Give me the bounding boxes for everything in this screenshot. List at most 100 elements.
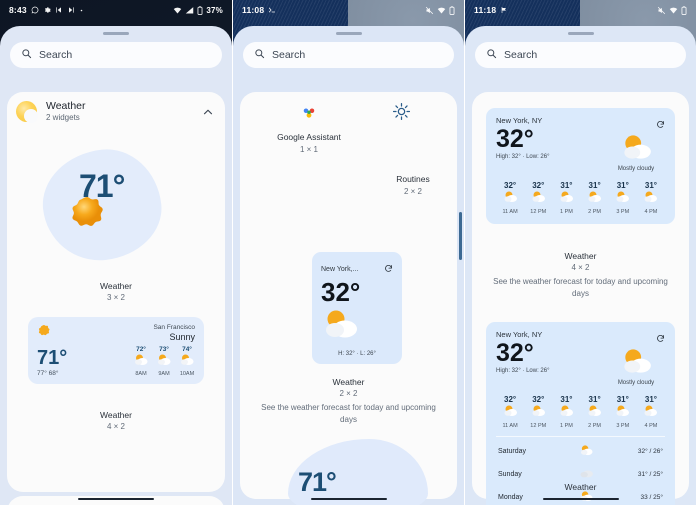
hour-cell: 31° 3 PM bbox=[609, 395, 637, 429]
routines-icon bbox=[392, 102, 411, 126]
widget-high-low: 77° 68° bbox=[37, 369, 59, 377]
preview-dimensions: 3 × 2 bbox=[106, 292, 125, 302]
widget-high-low: H: 32° · L: 26° bbox=[338, 351, 376, 357]
widget-high-low: High: 32° · Low: 26° bbox=[496, 368, 550, 375]
weather-widget-new-york-4x3[interactable]: New York, NY 32° High: 32° · Low: 26° Mo… bbox=[486, 322, 675, 505]
sun-cloud-icon bbox=[552, 404, 580, 422]
widget-condition: Mostly cloudy bbox=[617, 380, 655, 386]
scrollbar-thumb[interactable] bbox=[458, 212, 462, 260]
app-section-weather: Weather 2 widgets 71° Weather 3 × 2 San … bbox=[7, 92, 225, 492]
hour-label: 2 PM bbox=[588, 209, 602, 215]
hour-temp: 31° bbox=[588, 395, 601, 404]
phone-panel-2: 11:08 Search Google Assistant 1 × 1 Rout… bbox=[232, 0, 464, 505]
home-gesture-pill[interactable] bbox=[542, 497, 619, 501]
hourly-forecast-row: 32° 11 AM 32° 12 PM 31° 1 PM 31° 2 PM 31… bbox=[496, 181, 665, 215]
dot-icon bbox=[79, 8, 84, 13]
widget-temperature: 71° bbox=[37, 346, 68, 369]
battery-icon bbox=[449, 5, 455, 15]
search-input[interactable]: Search bbox=[504, 49, 537, 61]
weather-widget-new-york-2x2[interactable]: New York,... 32° H: 32° · L: 26° bbox=[312, 252, 402, 364]
widget-city: New York, NY bbox=[496, 330, 543, 339]
preview-label: Weather bbox=[100, 410, 132, 421]
widget-temperature: 32° bbox=[496, 339, 534, 367]
preview-label: Weather bbox=[100, 280, 132, 291]
preview-dimensions: 2 × 2 bbox=[339, 389, 358, 398]
search-input[interactable]: Search bbox=[272, 49, 305, 61]
widget-temperature: 32° bbox=[496, 125, 534, 153]
widget-list-scroll[interactable]: Weather 2 widgets 71° Weather 3 × 2 San … bbox=[0, 92, 232, 505]
home-gesture-pill[interactable] bbox=[78, 497, 154, 501]
hour-label: 1 PM bbox=[560, 423, 573, 429]
sheet-drag-handle[interactable] bbox=[335, 32, 362, 35]
widget-condition: Sunny bbox=[169, 332, 195, 343]
hour-label: 10AM bbox=[179, 370, 195, 377]
sheet-drag-handle[interactable] bbox=[567, 32, 594, 35]
hour-cell: 74° 10AM bbox=[179, 346, 195, 377]
sun-cloud-icon bbox=[524, 404, 552, 422]
home-gesture-pill[interactable] bbox=[310, 497, 387, 501]
widget-list-scroll[interactable]: Google Assistant 1 × 1 Routines 2 × 2 Ne… bbox=[233, 92, 464, 505]
day-high-low: 32° / 26° bbox=[637, 448, 663, 455]
hour-cell: 31° 4 PM bbox=[637, 395, 665, 429]
media-icon bbox=[55, 6, 63, 14]
day-name: Saturday bbox=[498, 448, 527, 455]
app-header-weather[interactable]: Weather 2 widgets bbox=[7, 92, 225, 132]
weather-app-icon bbox=[16, 101, 38, 124]
navigation-bar bbox=[465, 493, 696, 505]
battery-percent: 37% bbox=[206, 5, 223, 15]
sun-cloud-icon bbox=[321, 308, 393, 345]
hour-label: 11 AM bbox=[502, 423, 518, 429]
widget-preview-google-assistant[interactable]: Google Assistant 1 × 1 bbox=[254, 132, 364, 155]
hour-label: 2 PM bbox=[588, 423, 602, 429]
hour-temp: 31° bbox=[644, 181, 657, 190]
widget-preview-weather-3x2[interactable]: 71° bbox=[7, 132, 225, 280]
hour-temp: 31° bbox=[616, 181, 629, 190]
widget-scroll-card: New York, NY 32° High: 32° · Low: 26° Mo… bbox=[472, 92, 689, 505]
preview-label: Weather bbox=[564, 251, 597, 261]
widget-picker-sheet: Search New York, NY 32° High: 32° · Low:… bbox=[465, 26, 696, 505]
sun-cloud-icon bbox=[552, 190, 580, 208]
navigation-bar bbox=[233, 493, 464, 505]
wifi-icon bbox=[669, 6, 678, 15]
widget-scroll-card: Google Assistant 1 × 1 Routines 2 × 2 Ne… bbox=[240, 92, 457, 505]
status-bar: 8:43 37% bbox=[0, 0, 232, 20]
mute-icon bbox=[425, 6, 434, 15]
widget-high-low: High: 32° · Low: 26° bbox=[496, 154, 550, 161]
settings-icon bbox=[43, 6, 51, 14]
widget-list-scroll[interactable]: New York, NY 32° High: 32° · Low: 26° Mo… bbox=[465, 92, 696, 505]
flag-icon bbox=[500, 6, 508, 14]
day-name: Sunday bbox=[498, 471, 522, 478]
sun-cloud-icon bbox=[637, 190, 665, 208]
hour-cell: 31° 2 PM bbox=[581, 395, 609, 429]
search-bar[interactable]: Search bbox=[243, 41, 454, 68]
widget-preview-weather-2x2[interactable]: New York,... 32° H: 32° · L: 26° bbox=[240, 252, 457, 368]
hour-label: 1 PM bbox=[560, 209, 573, 215]
weather-widget-new-york-4x2[interactable]: New York, NY 32° High: 32° · Low: 26° Mo… bbox=[486, 108, 675, 224]
sun-cloud-icon bbox=[156, 353, 172, 371]
hour-label: 3 PM bbox=[616, 423, 630, 429]
hourly-forecast-row: 72° 8AM 73° 9AM 74° 10AM bbox=[133, 346, 195, 377]
assistant-icon bbox=[300, 104, 318, 127]
preview-dimensions: 2 × 2 bbox=[403, 186, 422, 196]
sheet-drag-handle[interactable] bbox=[103, 32, 129, 35]
search-bar[interactable]: Search bbox=[10, 41, 222, 68]
whatsapp-icon bbox=[31, 6, 39, 14]
sun-cloud-icon bbox=[637, 404, 665, 422]
preview-dimensions: 1 × 1 bbox=[299, 144, 318, 154]
phone-panel-1: 8:43 37% Search Weather 2 widgets 71° We… bbox=[0, 0, 232, 505]
sun-cloud-icon bbox=[179, 353, 195, 371]
hour-cell: 32° 12 PM bbox=[524, 395, 552, 429]
refresh-icon[interactable] bbox=[607, 330, 665, 348]
refresh-icon[interactable] bbox=[384, 260, 393, 278]
sun-cloud-icon bbox=[496, 190, 524, 208]
sun-cloud-icon bbox=[609, 404, 637, 422]
widget-city: New York, NY bbox=[496, 116, 543, 125]
widget-preview-routines[interactable]: Routines 2 × 2 bbox=[370, 174, 456, 197]
refresh-icon[interactable] bbox=[607, 116, 665, 134]
widget-preview-weather-4x2[interactable]: San Francisco Sunny 71° 77° 68° 72° 8AM … bbox=[7, 317, 225, 393]
search-input[interactable]: Search bbox=[39, 49, 72, 61]
widget-temperature: 32° bbox=[321, 277, 361, 307]
chevron-up-icon[interactable] bbox=[201, 105, 215, 119]
weather-widget-san-francisco[interactable]: San Francisco Sunny 71° 77° 68° 72° 8AM … bbox=[28, 317, 204, 385]
search-bar[interactable]: Search bbox=[475, 41, 686, 68]
